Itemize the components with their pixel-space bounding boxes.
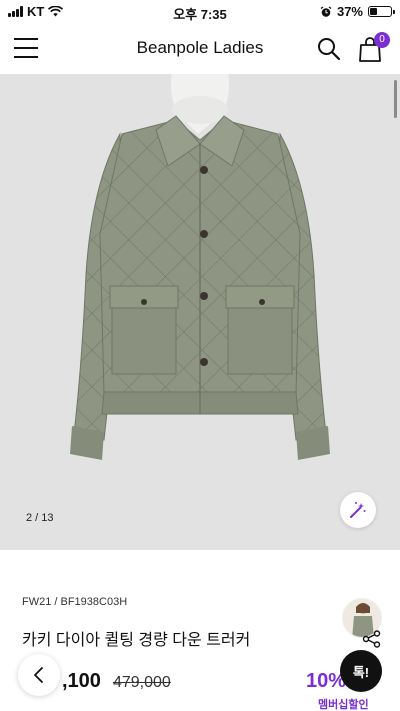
product-name: 카키 다이아 퀼팅 경량 다운 트러커 xyxy=(22,632,251,649)
magic-wand-icon xyxy=(350,502,366,518)
product-code: FW21 / BF1938C03H xyxy=(22,596,128,608)
share-button[interactable] xyxy=(362,630,382,648)
member-discount-label: 멤버십할인 xyxy=(318,699,369,711)
cart-button[interactable]: 0 xyxy=(358,32,390,62)
battery-fill xyxy=(370,8,378,15)
alarm-icon xyxy=(320,5,332,17)
price-row: ,100 479,000 xyxy=(62,670,171,693)
gallery-scrollbar[interactable] xyxy=(394,80,397,118)
cart-badge: 0 xyxy=(374,32,390,48)
toktalk-chat-button[interactable]: 톡! xyxy=(340,650,382,692)
search-icon xyxy=(318,38,341,61)
original-price: 479,000 xyxy=(112,674,171,691)
status-bar: KT 오후 7:35 37% xyxy=(0,0,400,24)
status-right: 37% xyxy=(320,4,395,19)
back-button[interactable] xyxy=(18,654,60,696)
product-image xyxy=(70,74,330,460)
battery-percent: 37% xyxy=(336,4,363,19)
menu-button[interactable] xyxy=(14,38,38,58)
battery-icon xyxy=(368,6,395,17)
search-button[interactable] xyxy=(316,36,342,62)
image-page-counter: 2 / 13 xyxy=(26,512,54,524)
chevron-left-icon xyxy=(34,667,43,683)
magic-wand-button[interactable] xyxy=(340,492,376,528)
share-icon xyxy=(362,630,381,648)
app-header: Beanpole Ladies 0 xyxy=(0,24,400,74)
product-image-gallery[interactable]: 2 / 13 xyxy=(0,74,400,550)
sale-price: ,100 xyxy=(62,670,101,692)
